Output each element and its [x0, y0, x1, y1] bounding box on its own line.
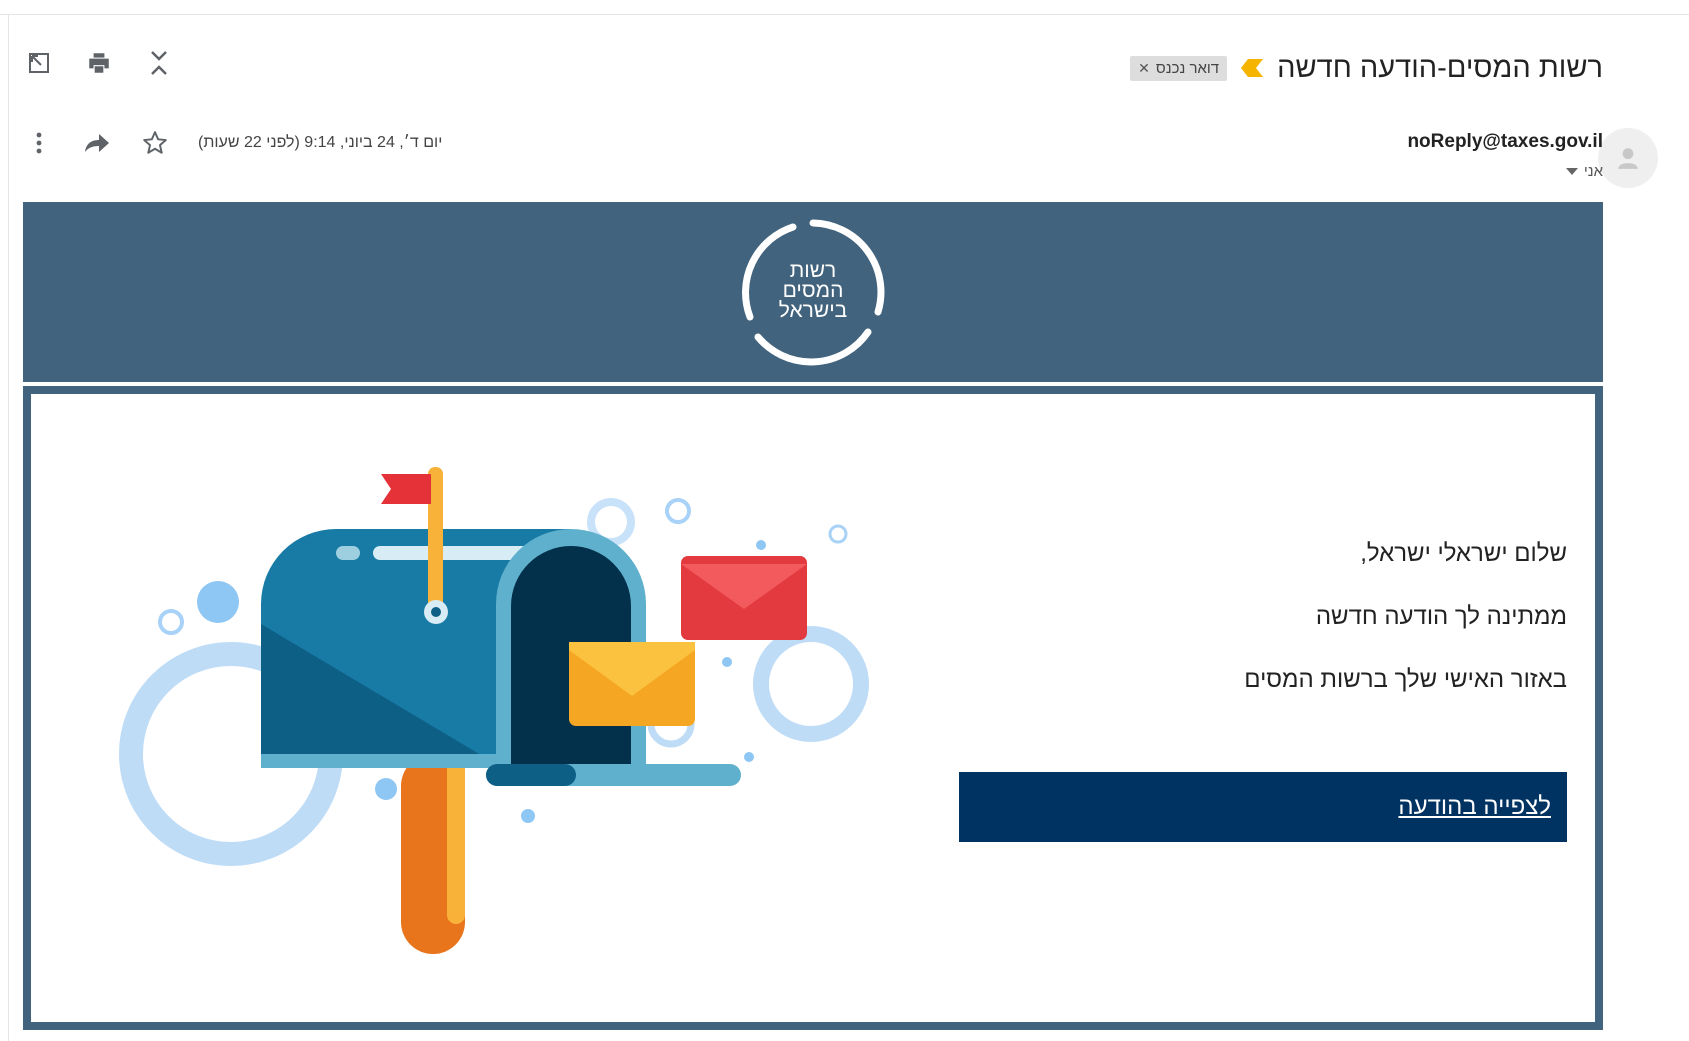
remove-label-icon[interactable]: ✕ — [1138, 60, 1150, 77]
email-banner: רשות המסים בישראל — [23, 202, 1603, 382]
print-icon[interactable] — [84, 48, 114, 78]
view-message-button[interactable]: לצפייה בהודעה — [959, 772, 1567, 842]
left-divider — [8, 14, 9, 1041]
subject-row: רשות המסים-הודעה חדשה דואר נכנס ✕ — [1130, 48, 1603, 88]
view-message-link[interactable]: לצפייה בהודעה — [1398, 793, 1551, 821]
tax-authority-logo: רשות המסים בישראל — [742, 219, 885, 366]
reply-icon[interactable] — [82, 128, 112, 158]
importance-icon[interactable] — [1241, 59, 1264, 77]
greeting-text: שלום ישראלי ישראל, — [1360, 540, 1567, 567]
dropdown-icon[interactable] — [1565, 167, 1578, 176]
message-actions: יום ד׳, 24 ביוני, 9:14 (לפני 22 שעות) — [24, 128, 442, 158]
more-vert-icon[interactable] — [24, 128, 54, 158]
sender-email[interactable]: noReply@taxes.gov.il — [1407, 131, 1603, 153]
mailbox-illustration — [119, 467, 869, 954]
sender-avatar[interactable] — [1598, 128, 1658, 188]
recipient-name: אני — [1583, 163, 1603, 180]
inbox-label-text: דואר נכנס — [1155, 59, 1220, 77]
email-content: שלום ישראלי ישראל, ממתינה לך הודעה חדשה … — [23, 386, 1603, 1030]
body-line-2: באזור האישי שלך ברשות המסים — [1244, 666, 1567, 693]
person-icon — [1618, 148, 1638, 169]
collapse-icon[interactable] — [144, 48, 174, 78]
inbox-label-chip[interactable]: דואר נכנס ✕ — [1130, 55, 1228, 81]
recipient-line[interactable]: אני — [1565, 163, 1603, 180]
top-divider — [0, 14, 1689, 15]
star-icon[interactable] — [140, 128, 170, 158]
body-line-1: ממתינה לך הודעה חדשה — [1315, 603, 1567, 630]
open-in-new-window-icon[interactable] — [24, 48, 54, 78]
email-date: יום ד׳, 24 ביוני, 9:14 (לפני 22 שעות) — [198, 134, 443, 151]
logo-line-3: בישראל — [779, 299, 847, 322]
email-subject: רשות המסים-הודעה חדשה — [1277, 51, 1603, 84]
thread-actions — [24, 48, 174, 78]
